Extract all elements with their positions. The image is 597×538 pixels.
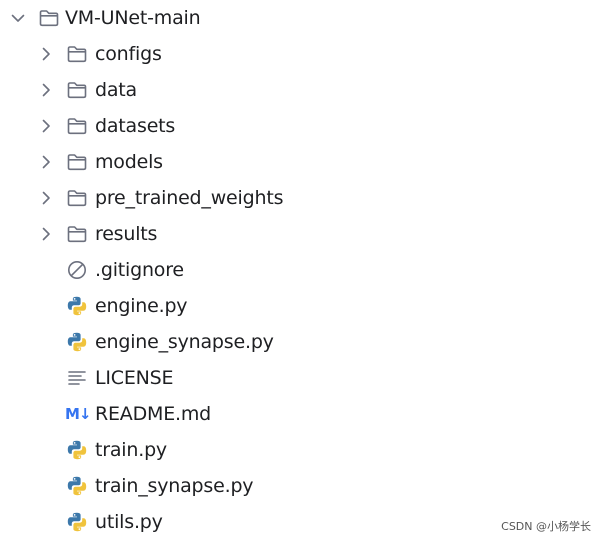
tree-node-label: models [95,151,163,173]
tree-node-file[interactable]: engine_synapse.py [0,324,597,360]
text-file-icon [66,367,88,389]
tree-node-folder[interactable]: models [0,144,597,180]
folder-icon [38,7,60,29]
tree-node-label: configs [95,43,162,65]
tree-node-root[interactable]: VM-UNet-main [0,0,597,36]
tree-node-file[interactable]: .gitignore [0,252,597,288]
tree-node-label: train_synapse.py [95,475,254,497]
tree-node-file[interactable]: train.py [0,432,597,468]
chevron-right-icon[interactable] [37,225,55,243]
tree-node-label: pre_trained_weights [95,187,284,209]
chevron-down-icon[interactable] [9,9,27,27]
tree-node-label: utils.py [95,511,163,533]
chevron-right-icon[interactable] [37,45,55,63]
watermark: CSDN @小杨学长 [501,520,591,533]
ignore-file-icon [66,259,88,281]
chevron-right-icon[interactable] [37,189,55,207]
tree-node-label: .gitignore [95,259,184,281]
python-file-icon [66,295,88,317]
tree-node-label: train.py [95,439,167,461]
tree-node-file[interactable]: LICENSE [0,360,597,396]
tree-node-folder[interactable]: pre_trained_weights [0,180,597,216]
tree-node-label: README.md [95,403,212,425]
tree-node-file[interactable]: M↓ README.md [0,396,597,432]
python-file-icon [66,511,88,533]
folder-icon [66,115,88,137]
python-file-icon [66,475,88,497]
tree-node-folder[interactable]: datasets [0,108,597,144]
tree-node-label: VM-UNet-main [65,7,201,29]
python-file-icon [66,439,88,461]
chevron-right-icon[interactable] [37,117,55,135]
tree-node-label: engine_synapse.py [95,331,274,353]
tree-node-file[interactable]: engine.py [0,288,597,324]
tree-node-folder[interactable]: configs [0,36,597,72]
tree-node-label: datasets [95,115,176,137]
tree-node-folder[interactable]: data [0,72,597,108]
chevron-right-icon[interactable] [37,153,55,171]
tree-node-label: results [95,223,158,245]
folder-icon [66,79,88,101]
tree-node-folder[interactable]: results [0,216,597,252]
folder-icon [66,151,88,173]
tree-node-label: engine.py [95,295,188,317]
folder-icon [66,43,88,65]
tree-node-file[interactable]: train_synapse.py [0,468,597,504]
tree-node-label: data [95,79,137,101]
folder-icon [66,187,88,209]
python-file-icon [66,331,88,353]
markdown-file-icon: M↓ [65,405,91,423]
tree-node-label: LICENSE [95,367,174,389]
folder-icon [66,223,88,245]
chevron-right-icon[interactable] [37,81,55,99]
